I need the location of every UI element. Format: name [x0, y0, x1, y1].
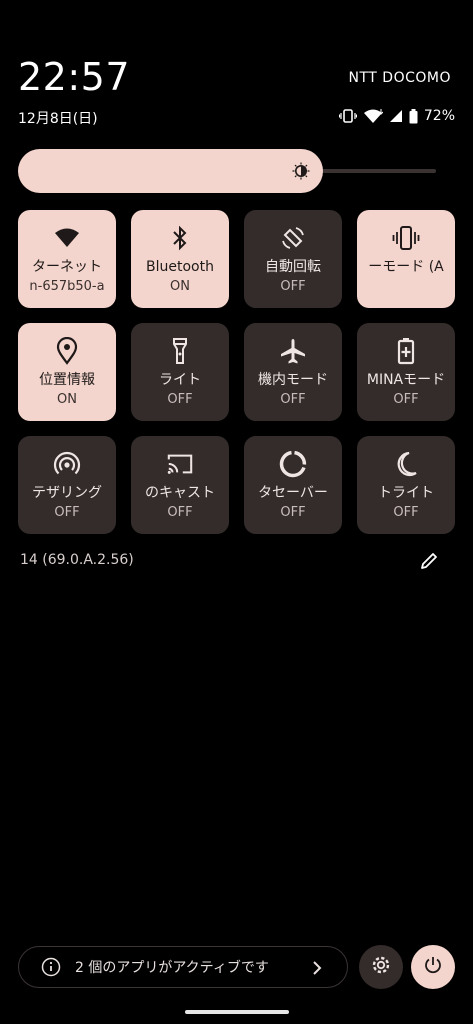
battery-icon [409, 108, 418, 124]
tile-label: Bluetooth [146, 259, 214, 275]
clock-time[interactable]: 22:57 [18, 54, 130, 100]
airplane-icon [279, 337, 307, 365]
brightness-fill[interactable] [18, 149, 323, 193]
tile-label: ーモード (A [368, 259, 444, 275]
night-light-icon [392, 450, 420, 478]
tile-state: OFF [280, 392, 306, 407]
tile-flashlight[interactable]: ライト OFF [131, 323, 229, 421]
bluetooth-icon [166, 224, 194, 252]
date-label[interactable]: 12月8日(日) [18, 108, 98, 128]
brightness-icon [292, 162, 310, 180]
chevron-right-icon [309, 959, 325, 977]
tile-bluetooth[interactable]: Bluetooth ON [131, 210, 229, 308]
power-icon [423, 955, 443, 979]
tile-label: テザリング [32, 485, 102, 501]
tile-label: ターネット [32, 259, 102, 275]
info-icon [41, 957, 61, 977]
tile-night-light[interactable]: トライト OFF [357, 436, 455, 534]
quick-settings-grid: ターネット n-657b50-a Bluetooth ON 自動回転 OFF ーモード (A… [18, 210, 455, 534]
tile-state: OFF [54, 505, 80, 520]
tile-label: タセーバー [258, 485, 328, 501]
status-icons: 72% [338, 108, 455, 124]
tile-cast[interactable]: のキャスト OFF [131, 436, 229, 534]
power-button[interactable] [411, 945, 455, 989]
wifi-icon [53, 224, 81, 252]
signal-icon [389, 109, 403, 123]
tile-airplane[interactable]: 機内モード OFF [244, 323, 342, 421]
tile-state: OFF [167, 392, 193, 407]
battery-percent: 72% [423, 108, 455, 124]
tile-label: 自動回転 [265, 259, 321, 275]
tile-label: ライト [159, 372, 201, 388]
cast-icon [166, 450, 194, 478]
tile-battery-saver[interactable]: MINAモード OFF [357, 323, 455, 421]
navigation-handle[interactable] [185, 1010, 289, 1014]
active-apps-button[interactable]: 2 個のアプリがアクティブです [18, 946, 348, 988]
tile-label: のキャスト [145, 485, 215, 501]
active-apps-label: 2 個のアプリがアクティブです [75, 960, 269, 976]
tile-state: OFF [393, 392, 419, 407]
vibrate-icon [338, 109, 357, 123]
tile-location[interactable]: 位置情報 ON [18, 323, 116, 421]
auto-rotate-icon [279, 224, 307, 252]
edit-icon[interactable] [419, 551, 439, 571]
tile-label: 位置情報 [39, 372, 95, 388]
tile-state: OFF [167, 505, 193, 520]
carrier-name: NTT DOCOMO [348, 70, 451, 86]
tile-state: ON [170, 279, 190, 294]
flashlight-icon [166, 337, 194, 365]
hotspot-icon [53, 450, 81, 478]
tile-data-saver[interactable]: タセーバー OFF [244, 436, 342, 534]
build-number[interactable]: 14 (69.0.A.2.56) [20, 552, 134, 568]
brightness-slider[interactable] [18, 149, 436, 193]
settings-button[interactable] [359, 945, 403, 989]
tile-state: OFF [393, 505, 419, 520]
location-icon [53, 337, 81, 365]
tile-state: OFF [280, 279, 306, 294]
tile-state: n-657b50-a [29, 279, 105, 294]
tile-state: OFF [280, 505, 306, 520]
gear-icon [370, 954, 392, 980]
tile-label: 機内モード [258, 372, 328, 388]
wifi-icon [363, 108, 383, 124]
tile-state: ON [57, 392, 77, 407]
tile-label: MINAモード [366, 372, 446, 388]
tile-auto-rotate[interactable]: 自動回転 OFF [244, 210, 342, 308]
tile-wifi[interactable]: ターネット n-657b50-a [18, 210, 116, 308]
vibrate-icon [392, 224, 420, 252]
tile-vibrate[interactable]: ーモード (A [357, 210, 455, 308]
tile-label: トライト [378, 485, 434, 501]
tile-hotspot[interactable]: テザリング OFF [18, 436, 116, 534]
data-saver-icon [279, 450, 307, 478]
battery-saver-icon [392, 337, 420, 365]
